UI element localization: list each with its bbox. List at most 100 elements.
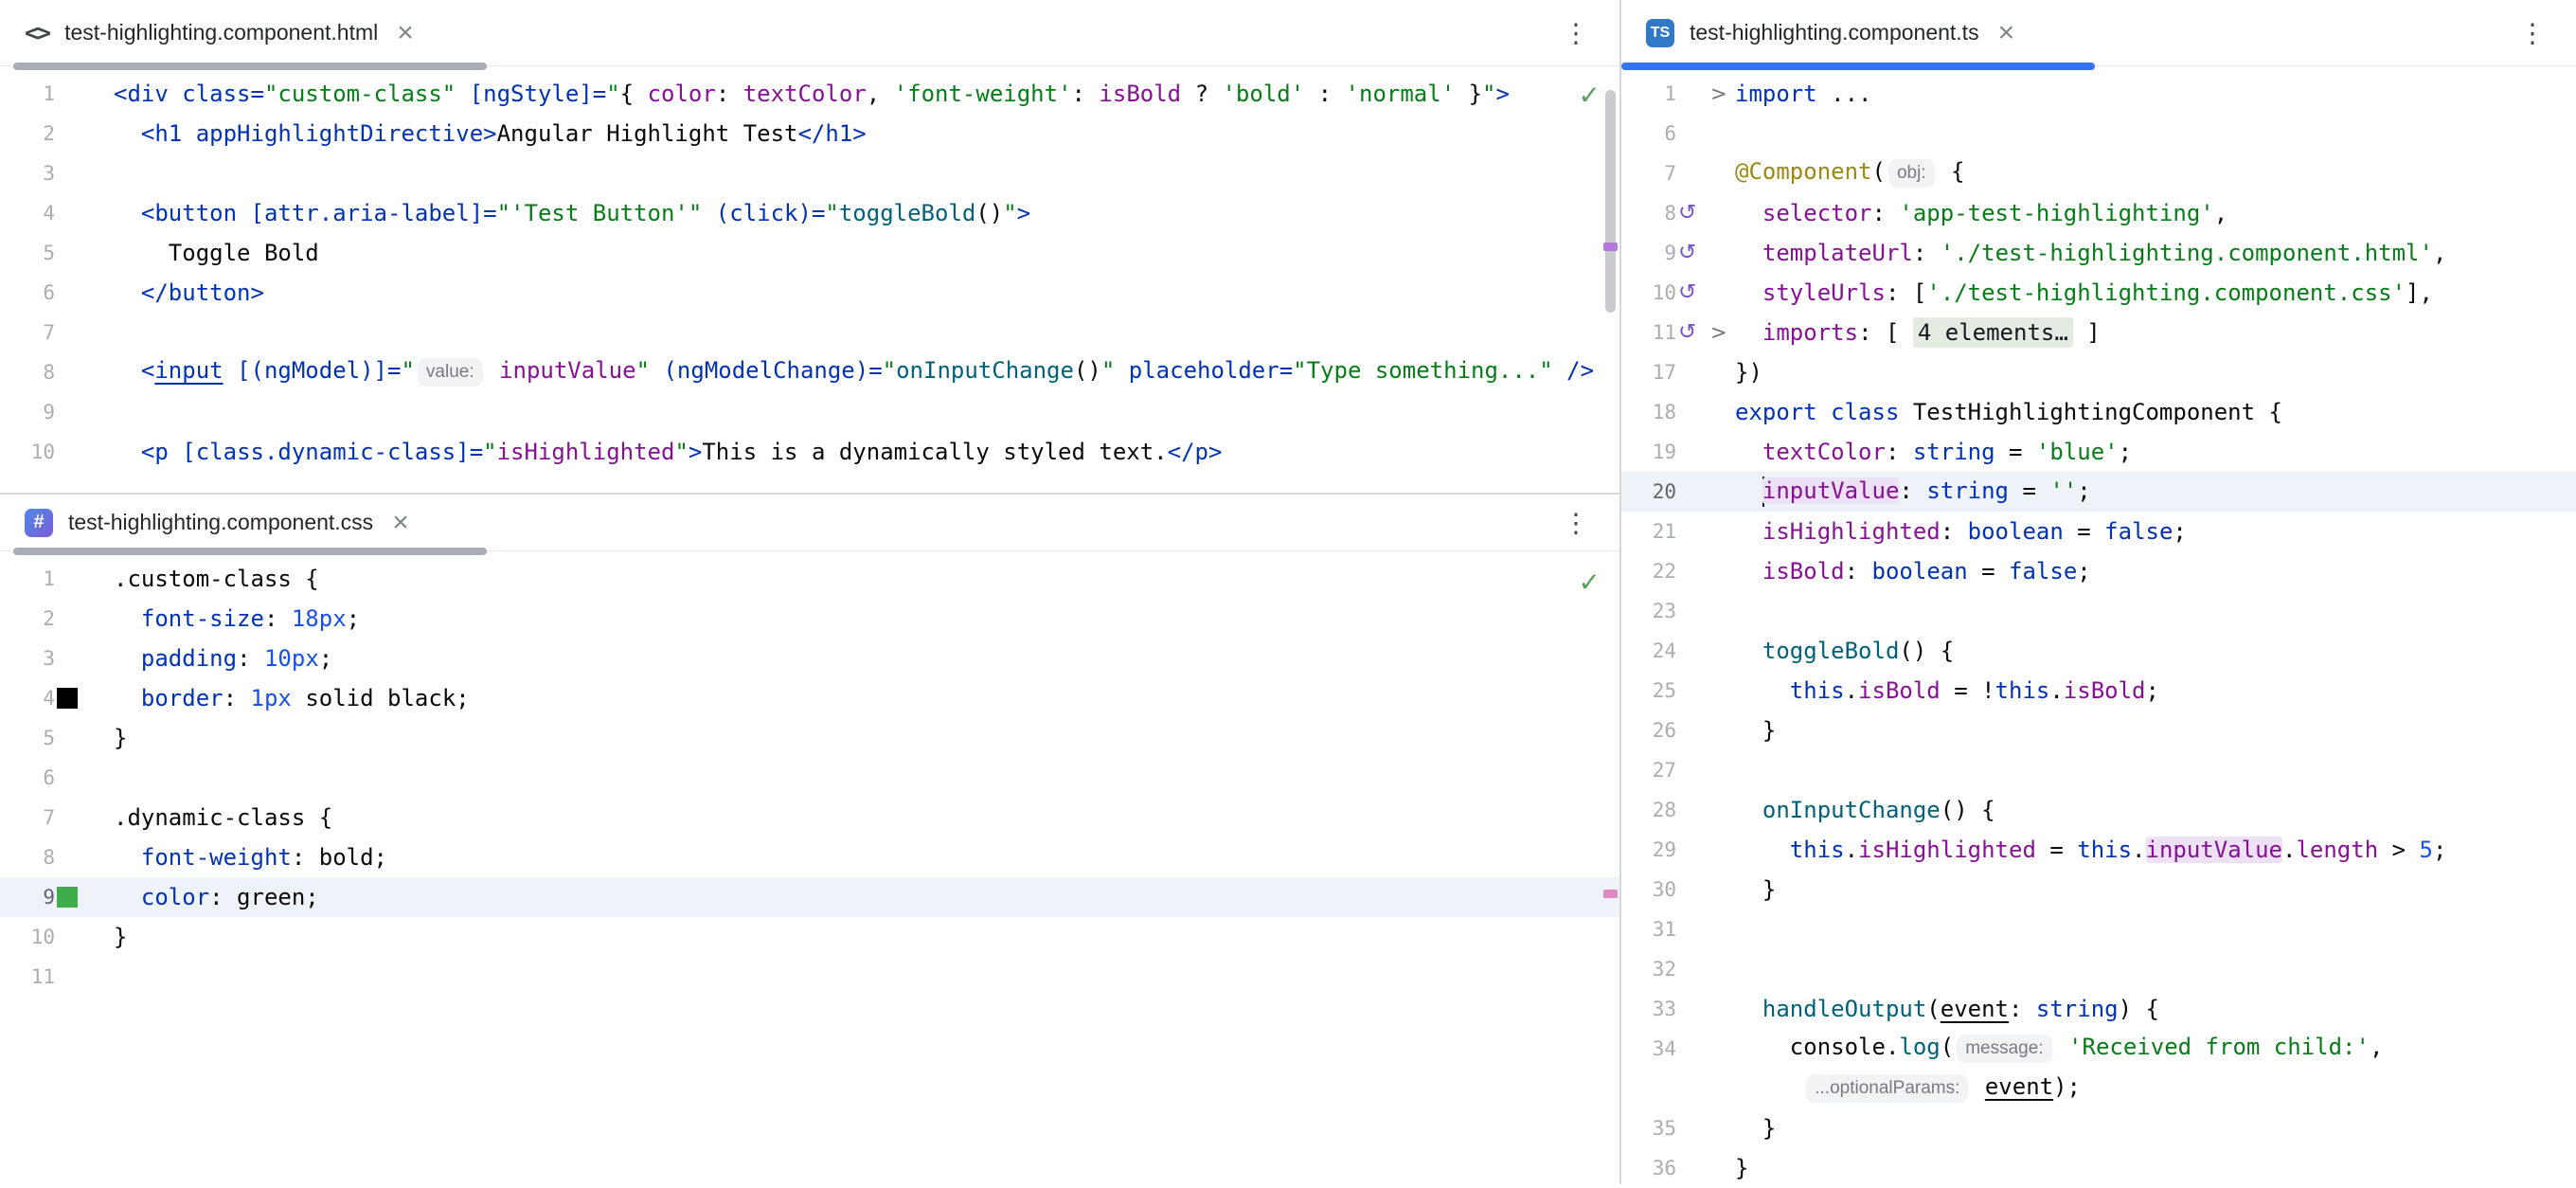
tab-title: test-highlighting.component.html <box>64 20 378 45</box>
fold-chevron-icon[interactable]: > <box>1710 82 1727 105</box>
code-editor-html[interactable]: 1<div class="custom-class" [ngStyle]="{ … <box>0 74 1619 472</box>
code-line[interactable]: 7 <box>0 313 1619 352</box>
code-line[interactable]: 18export class TestHighlightingComponent… <box>1621 392 2576 432</box>
code-line[interactable]: 9 color: green; <box>0 877 1619 917</box>
editor-pane-ts: TS test-highlighting.component.ts × ⋮ 1 >… <box>1619 0 2576 1184</box>
code-line[interactable]: 5 Toggle Bold <box>0 233 1619 273</box>
fold-chevron-icon[interactable]: > <box>1710 321 1727 344</box>
code-line[interactable]: 1.custom-class { <box>0 559 1619 599</box>
close-icon[interactable]: × <box>1998 19 2015 47</box>
css-file-icon: # <box>25 509 53 537</box>
code-line[interactable]: 21 isHighlighted: boolean = false; <box>1621 512 2576 551</box>
code-line[interactable]: 28 onInputChange() { <box>1621 790 2576 830</box>
code-line[interactable]: 29 this.isHighlighted = this.inputValue.… <box>1621 830 2576 870</box>
gutter <box>55 957 114 997</box>
code-line[interactable]: 4 <button [attr.aria-label]="'Test Butto… <box>0 193 1619 233</box>
more-options-icon[interactable]: ⋮ <box>2519 17 2546 48</box>
code-line[interactable]: 33 handleOutput(event: string) { <box>1621 989 2576 1029</box>
code-text: color: green; <box>114 884 319 910</box>
gutter <box>55 114 114 153</box>
more-options-icon[interactable]: ⋮ <box>1563 17 1589 48</box>
tab-html-file[interactable]: <> test-highlighting.component.html × <box>0 0 431 65</box>
angular-gutter-icon[interactable]: ↺ <box>1678 203 1696 225</box>
code-line[interactable]: 22 isBold: boolean = false; <box>1621 551 2576 591</box>
close-icon[interactable]: × <box>392 509 409 537</box>
code-line[interactable]: 2 font-size: 18px; <box>0 599 1619 639</box>
code-line[interactable]: 3 padding: 10px; <box>0 639 1619 678</box>
code-text: handleOutput(event: string) { <box>1735 996 2159 1022</box>
code-line[interactable]: 6 <box>1621 114 2576 153</box>
gutter <box>1676 432 1735 472</box>
line-number: 8 <box>1621 202 1676 225</box>
line-number: 36 <box>1621 1157 1676 1179</box>
close-icon[interactable]: × <box>397 19 414 47</box>
line-number: 11 <box>0 965 55 988</box>
code-line[interactable]: 11 <box>0 957 1619 997</box>
code-text: <input [(ngModel)]="value: inputValue" (… <box>114 357 1594 387</box>
code-line[interactable]: 26 } <box>1621 711 2576 750</box>
vertical-scrollbar-thumb[interactable] <box>1605 90 1616 313</box>
gutter <box>55 313 114 352</box>
code-line[interactable]: 36} <box>1621 1148 2576 1188</box>
code-text: textColor: string = 'blue'; <box>1735 439 2132 465</box>
code-line[interactable]: 1<div class="custom-class" [ngStyle]="{ … <box>0 74 1619 114</box>
code-line[interactable]: 10 <p [class.dynamic-class]="isHighlight… <box>0 432 1619 472</box>
code-line[interactable]: 10} <box>0 917 1619 957</box>
code-line[interactable]: 8 <input [(ngModel)]="value: inputValue"… <box>0 352 1619 392</box>
code-line[interactable]: 8 font-weight: bold; <box>0 837 1619 877</box>
code-line[interactable]: 4 border: 1px solid black; <box>0 678 1619 718</box>
code-line[interactable]: 7@Component(obj: { <box>1621 153 2576 193</box>
gutter <box>1676 472 1735 512</box>
code-line[interactable]: 11↺> imports: [ 4 elements… ] <box>1621 313 2576 352</box>
tab-css-file[interactable]: # test-highlighting.component.css × <box>0 495 426 550</box>
more-options-icon[interactable]: ⋮ <box>1563 507 1589 538</box>
code-line[interactable]: 19 textColor: string = 'blue'; <box>1621 432 2576 472</box>
code-text: } <box>1735 1115 1776 1142</box>
code-line[interactable]: 2 <h1 appHighlightDirective>Angular High… <box>0 114 1619 153</box>
angular-gutter-icon[interactable]: ↺ <box>1678 243 1696 264</box>
color-swatch[interactable] <box>57 688 78 709</box>
code-line[interactable]: 9↺ templateUrl: './test-highlighting.com… <box>1621 233 2576 273</box>
angular-gutter-icon[interactable]: ↺ <box>1678 322 1696 344</box>
code-line[interactable]: 6 <box>0 758 1619 798</box>
code-line[interactable]: 35 } <box>1621 1108 2576 1148</box>
code-editor-ts[interactable]: 1>import ...67@Component(obj: {8↺ select… <box>1621 74 2576 1188</box>
code-text: imports: [ 4 elements… ] <box>1735 319 2101 346</box>
gutter <box>1676 512 1735 551</box>
code-line[interactable]: 20 inputValue: string = ''; <box>1621 472 2576 512</box>
scrollbar-caret-marker[interactable] <box>1603 243 1618 251</box>
angular-gutter-icon[interactable]: ↺ <box>1678 282 1696 304</box>
code-line[interactable]: 17}) <box>1621 352 2576 392</box>
code-text: console.log(message: 'Received from chil… <box>1735 1034 2383 1064</box>
inspections-ok-icon[interactable]: ✓ <box>1579 567 1601 598</box>
tab-ts-file[interactable]: TS test-highlighting.component.ts × <box>1621 0 2031 65</box>
code-line[interactable]: 31 <box>1621 909 2576 949</box>
code-line[interactable]: 9 <box>0 392 1619 432</box>
code-line[interactable]: 34 console.log(message: 'Received from c… <box>1621 1029 2576 1069</box>
code-text: } <box>1735 1155 1748 1181</box>
code-line[interactable]: 5} <box>0 718 1619 758</box>
inspections-ok-icon[interactable]: ✓ <box>1579 80 1601 111</box>
code-line[interactable]: ...optionalParams: event); <box>1621 1069 2576 1108</box>
code-line[interactable]: 6 </button> <box>0 273 1619 313</box>
code-editor-css[interactable]: 1.custom-class {2 font-size: 18px;3 padd… <box>0 559 1619 997</box>
gutter <box>55 273 114 313</box>
code-line[interactable]: 23 <box>1621 591 2576 631</box>
gutter <box>1676 114 1735 153</box>
code-line[interactable]: 1>import ... <box>1621 74 2576 114</box>
code-line[interactable]: 30 } <box>1621 870 2576 909</box>
code-line[interactable]: 8↺ selector: 'app-test-highlighting', <box>1621 193 2576 233</box>
line-number: 28 <box>1621 799 1676 821</box>
color-swatch[interactable] <box>57 887 78 908</box>
code-line[interactable]: 27 <box>1621 750 2576 790</box>
code-line[interactable]: 32 <box>1621 949 2576 989</box>
code-line[interactable]: 3 <box>0 153 1619 193</box>
scrollbar-caret-marker[interactable] <box>1603 890 1618 898</box>
code-text: }) <box>1735 359 1762 386</box>
code-line[interactable]: 7.dynamic-class { <box>0 798 1619 837</box>
line-number: 1 <box>1621 82 1676 105</box>
code-line[interactable]: 25 this.isBold = !this.isBold; <box>1621 671 2576 711</box>
gutter <box>55 559 114 599</box>
code-line[interactable]: 10↺ styleUrls: ['./test-highlighting.com… <box>1621 273 2576 313</box>
code-line[interactable]: 24 toggleBold() { <box>1621 631 2576 671</box>
